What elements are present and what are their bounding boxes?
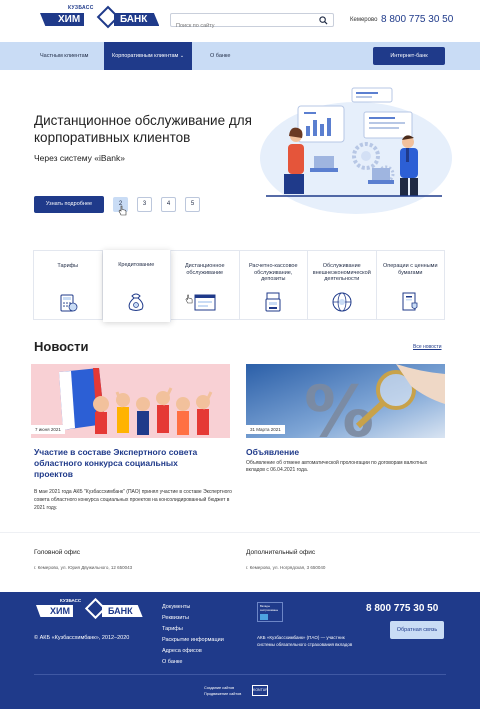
- office-address-head: г. Кемерово, ул. Юрия Двужильного, 12 65…: [34, 565, 133, 570]
- service-tariffs[interactable]: Тарифы: [34, 251, 103, 319]
- search-box: [170, 13, 334, 32]
- service-credit[interactable]: Кредитование: [102, 250, 192, 322]
- browser-window-icon: [194, 294, 216, 311]
- feedback-button[interactable]: Обратная связь: [390, 621, 444, 639]
- service-label: Дистанционное обслуживание: [184, 263, 225, 276]
- slider-page-5[interactable]: 5: [185, 197, 200, 212]
- search-icon[interactable]: [319, 16, 328, 25]
- bank-logo[interactable]: КУЗБАСС ХИМ БАНК: [40, 5, 160, 30]
- service-label: Расчетно-кассовое обслуживание, депозиты: [248, 263, 298, 282]
- logo-region-text: КУЗБАСС: [68, 5, 94, 11]
- money-bag-icon: [128, 293, 144, 311]
- footer-logo-text-right: БАНК: [102, 605, 143, 617]
- news-date-2: 31 Марта 2021: [246, 425, 285, 434]
- deposit-insurance-text: АКБ «Кузбассхимбанк» (ПАО) — участник си…: [257, 635, 353, 647]
- office-title-head: Головной офис: [34, 549, 80, 556]
- deposit-insurance-badge: Вклады застрахованы: [257, 602, 283, 622]
- news-title-2[interactable]: Объявление: [246, 447, 299, 457]
- site-header: КУЗБАСС ХИМ БАНК Кемерово 8 800 775 30 5…: [0, 0, 480, 42]
- news-date-1: 7 июня 2021: [31, 425, 65, 434]
- service-securities[interactable]: Операции с ценными бумагами: [377, 251, 445, 319]
- hero-illustration: [260, 87, 452, 214]
- footer-logo-region-text: КУЗБАСС: [60, 598, 82, 603]
- hero-title: Дистанционное обслуживание для корпорати…: [34, 113, 252, 145]
- hand-cursor-icon: [118, 205, 127, 216]
- logo-text-left: ХИМ: [40, 13, 85, 26]
- service-foreign[interactable]: Обслуживание внешнеэкономической деятель…: [308, 251, 377, 319]
- cash-register-icon: [265, 292, 281, 312]
- footer-link-disclosure[interactable]: Раскрытие информации: [162, 635, 224, 646]
- city-selector[interactable]: Кемерово: [350, 17, 377, 23]
- footer-link-documents[interactable]: Документы: [162, 602, 224, 613]
- site-footer: КУЗБАСС ХИМ БАНК © АКБ «Кузбассхимбанк»,…: [0, 592, 480, 709]
- footer-link-offices[interactable]: Адреса офисов: [162, 646, 224, 657]
- footer-divider: [34, 674, 446, 675]
- internet-bank-button[interactable]: Интернет-банк: [373, 47, 445, 65]
- learn-more-button[interactable]: Узнать подробнее: [34, 196, 104, 213]
- news-text-2: Объявление об отмене автоматической прол…: [246, 460, 428, 473]
- service-label: Тарифы: [57, 263, 79, 269]
- nav-item-corporate[interactable]: Корпоративным клиентам ⌄: [104, 42, 193, 70]
- service-label: Операции с ценными бумагами: [382, 263, 438, 276]
- calculator-icon: [60, 294, 78, 312]
- news-title-1[interactable]: Участие в составе Экспертного совета обл…: [34, 447, 214, 480]
- footer-link-tariffs[interactable]: Тарифы: [162, 624, 224, 635]
- all-news-link[interactable]: Все новости: [413, 344, 442, 350]
- svg-text:%: %: [304, 371, 374, 438]
- search-input[interactable]: [171, 20, 311, 32]
- footer-links: Документы Реквизиты Тарифы Раскрытие инф…: [162, 602, 224, 668]
- slider-page-4[interactable]: 4: [161, 197, 176, 212]
- service-label: Обслуживание внешнеэкономической деятель…: [312, 263, 371, 282]
- nav-item-private[interactable]: Частным клиентам: [40, 42, 88, 70]
- main-nav: Частным клиентам Корпоративным клиентам …: [0, 42, 480, 70]
- globe-icon: [332, 292, 352, 312]
- footer-link-about[interactable]: О банке: [162, 657, 224, 668]
- hand-cursor-icon: [185, 294, 192, 304]
- footer-phone[interactable]: 8 800 775 30 50: [366, 603, 438, 614]
- footer-link-requisites[interactable]: Реквизиты: [162, 613, 224, 624]
- nav-item-corporate-label: Корпоративным клиентам: [112, 53, 179, 59]
- nav-item-about[interactable]: О банке: [210, 42, 230, 70]
- office-title-additional: Дополнительный офис: [246, 549, 316, 556]
- news-text-1: В мае 2021 года АКБ "Кузбассхимбанк" (ПА…: [34, 489, 232, 511]
- service-cash[interactable]: Расчетно-кассовое обслуживание, депозиты: [240, 251, 308, 319]
- copyright: © АКБ «Кузбассхимбанк», 2012–2020: [34, 635, 130, 641]
- service-remote[interactable]: Дистанционное обслуживание: [171, 251, 240, 319]
- deposit-insurance-icon: [260, 614, 268, 620]
- slider-page-3[interactable]: 3: [137, 197, 152, 212]
- offices-section: Головной офис г. Кемерово, ул. Юрия Двуж…: [0, 532, 480, 592]
- footer-logo[interactable]: КУЗБАСС ХИМ БАНК: [36, 597, 143, 622]
- services-panel: Тарифы Кредитование Дистанционное обслуж…: [33, 250, 445, 322]
- logo-text-right: БАНК: [114, 13, 160, 26]
- deposit-badge-text: Вклады застрахованы: [260, 604, 279, 612]
- news-heading: Новости: [34, 339, 89, 354]
- office-address-additional: г. Кемерово, ул. Ногрядская, 3 650040: [246, 565, 326, 570]
- made-by-text: Создание сайтов Продвижение сайтов: [204, 686, 242, 696]
- hero-subtitle: Через систему «iBank»: [34, 153, 125, 163]
- securities-document-icon: [402, 292, 418, 311]
- service-label: Кредитование: [118, 262, 155, 268]
- footer-logo-text-left: ХИМ: [36, 605, 73, 617]
- chevron-down-icon: ⌄: [179, 53, 185, 59]
- studio-logo[interactable]: KONTUR: [252, 685, 268, 696]
- header-phone[interactable]: 8 800 775 30 50: [381, 14, 453, 25]
